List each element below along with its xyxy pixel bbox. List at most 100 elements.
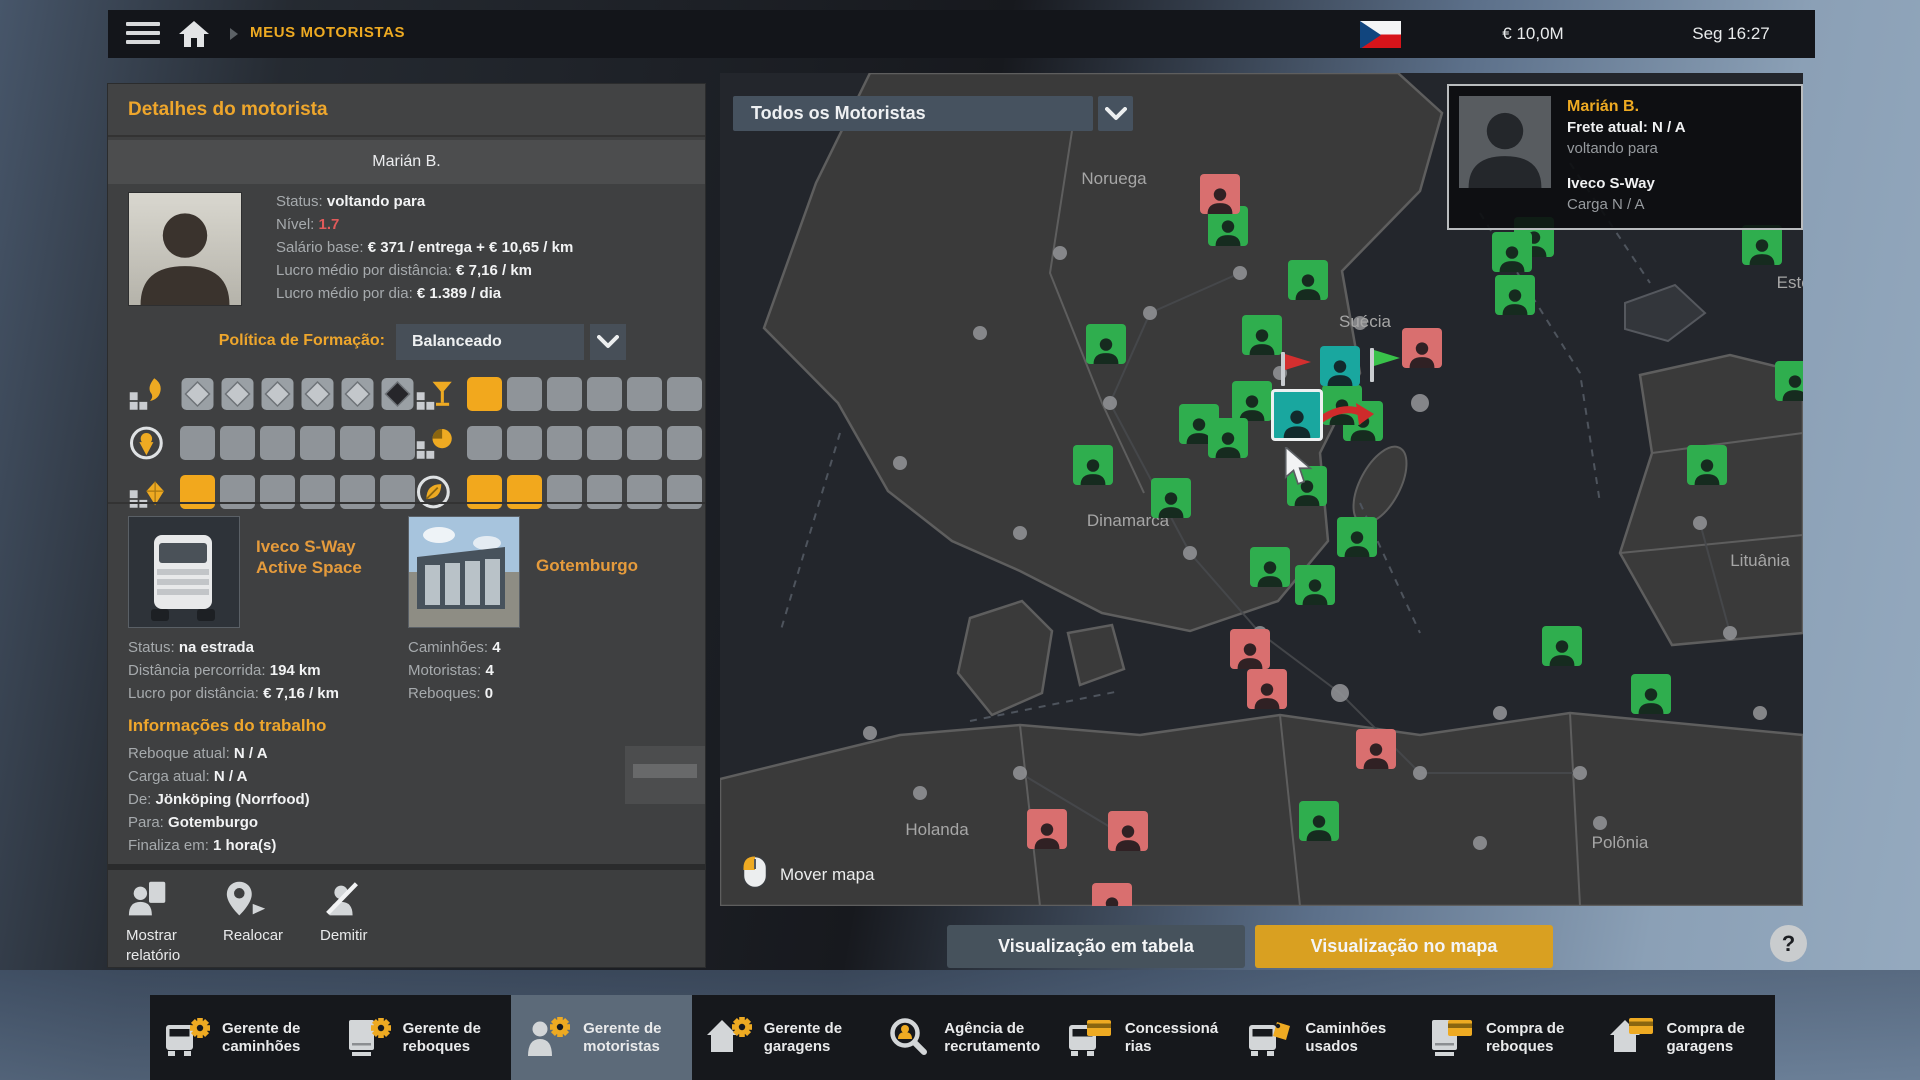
garage-buy-icon bbox=[1609, 1016, 1657, 1060]
driver-marker[interactable] bbox=[1108, 811, 1148, 851]
driver-marker[interactable] bbox=[1247, 669, 1287, 709]
driver-marker[interactable] bbox=[1092, 883, 1132, 906]
garage-thumbnail[interactable] bbox=[408, 516, 520, 628]
driver-actions-bar: Mostrar relatório Realocar Demitir bbox=[108, 870, 705, 967]
driver-marker[interactable] bbox=[1742, 225, 1782, 265]
driver-marker[interactable] bbox=[1232, 381, 1272, 421]
training-policy-select[interactable]: Balanceado bbox=[396, 324, 584, 360]
driver-marker[interactable] bbox=[1320, 346, 1360, 386]
skill-pip bbox=[587, 377, 622, 411]
realocar-button[interactable]: Realocar bbox=[223, 878, 319, 946]
skill-row bbox=[128, 472, 415, 512]
garage-name-link[interactable]: Gotemburgo bbox=[536, 556, 686, 576]
driver-marker[interactable] bbox=[1208, 418, 1248, 458]
truck-name-link[interactable]: Iveco S-Way Active Space bbox=[256, 536, 401, 579]
country-label: Suécia bbox=[1339, 312, 1391, 332]
panel-title-bar: Detalhes do motorista bbox=[108, 84, 705, 137]
truck-thumbnail[interactable] bbox=[128, 516, 240, 628]
stat-line: Reboques: 0 bbox=[408, 682, 501, 705]
chevron-down-icon[interactable] bbox=[590, 324, 626, 360]
chevron-down-icon[interactable] bbox=[1098, 96, 1133, 131]
move-map-hint: Mover mapa bbox=[742, 855, 874, 894]
nav-item-label: Gerente de caminhões bbox=[222, 1020, 318, 1055]
truck-image bbox=[129, 517, 239, 627]
adr-class-icon bbox=[180, 377, 215, 411]
skill-pip bbox=[260, 426, 295, 460]
skill-pip bbox=[467, 426, 502, 460]
nav-item-caminh-es-usados[interactable]: Caminhões usados bbox=[1233, 995, 1414, 1080]
drivers-map[interactable]: NoruegaSuéciaDinamarcaHolandaPolôniaLitu… bbox=[720, 73, 1803, 906]
stat-line: De: Jönköping (Norrfood) bbox=[128, 788, 688, 811]
person-gear-icon bbox=[525, 1016, 573, 1060]
mostrar-relat-rio-button[interactable]: Mostrar relatório bbox=[126, 878, 222, 965]
skill-row bbox=[415, 374, 702, 414]
stat-line: Lucro médio por dia: € 1.389 / dia bbox=[276, 282, 691, 305]
driver-stats: Status: voltando paraNível: 1.7Salário b… bbox=[276, 190, 691, 305]
recruitment-icon bbox=[886, 1016, 934, 1060]
driver-marker[interactable] bbox=[1073, 445, 1113, 485]
driver-details-panel: Detalhes do motorista Marián B. Status: … bbox=[108, 84, 705, 967]
table-view-button[interactable]: Visualização em tabela bbox=[947, 925, 1245, 968]
country-label: Holanda bbox=[905, 820, 968, 840]
adr-class-icon bbox=[340, 377, 375, 411]
driver-marker[interactable] bbox=[1250, 547, 1290, 587]
driver-marker[interactable] bbox=[1299, 801, 1339, 841]
driver-marker[interactable] bbox=[1086, 324, 1126, 364]
skill-pip bbox=[507, 426, 542, 460]
training-policy-row: Política de Formação: Balanceado bbox=[108, 324, 705, 360]
driver-marker[interactable] bbox=[1242, 315, 1282, 355]
driver-marker[interactable] bbox=[1402, 328, 1442, 368]
skill-pip bbox=[220, 426, 255, 460]
driver-marker[interactable] bbox=[1356, 729, 1396, 769]
training-policy-label: Política de Formação: bbox=[219, 332, 385, 350]
adr-class-icon bbox=[380, 377, 415, 411]
stat-line: Caminhões: 4 bbox=[408, 636, 501, 659]
nav-item-compra-de-garagens[interactable]: Compra de garagens bbox=[1595, 995, 1776, 1080]
driver-marker[interactable] bbox=[1027, 809, 1067, 849]
stat-line: Distância percorrida: 194 km bbox=[128, 659, 339, 682]
driver-filter-select[interactable]: Todos os Motoristas bbox=[733, 96, 1093, 131]
nav-item-compra-de-reboques[interactable]: Compra de reboques bbox=[1414, 995, 1595, 1080]
job-info-section: Informações do trabalho Reboque atual: N… bbox=[128, 716, 688, 857]
nav-item-gerente-de-garagens[interactable]: Gerente de garagens bbox=[692, 995, 873, 1080]
menu-icon[interactable] bbox=[126, 22, 160, 46]
nav-item-label: Caminhões usados bbox=[1305, 1020, 1401, 1055]
high-value-icon bbox=[128, 472, 170, 512]
skill-row bbox=[128, 374, 415, 414]
home-icon[interactable] bbox=[178, 19, 210, 49]
driver-marker[interactable] bbox=[1200, 174, 1240, 214]
driver-marker[interactable] bbox=[1542, 626, 1582, 666]
nav-item-label: Compra de reboques bbox=[1486, 1020, 1582, 1055]
stat-line: Para: Gotemburgo bbox=[128, 811, 688, 834]
used-trucks-icon bbox=[1247, 1016, 1295, 1060]
driver-marker[interactable] bbox=[1230, 629, 1270, 669]
nav-item-ag-ncia-de-recrutamento[interactable]: Agência de recrutamento bbox=[872, 995, 1053, 1080]
nav-item-concession-rias[interactable]: Concessionárias bbox=[1053, 995, 1234, 1080]
driver-marker[interactable] bbox=[1775, 361, 1803, 401]
demitir-button[interactable]: Demitir bbox=[320, 878, 416, 946]
stat-line: Salário base: € 371 / entrega + € 10,65 … bbox=[276, 236, 691, 259]
nav-item-gerente-de-caminh-es[interactable]: Gerente de caminhões bbox=[150, 995, 331, 1080]
driver-marker[interactable] bbox=[1151, 478, 1191, 518]
driver-marker[interactable] bbox=[1631, 674, 1671, 714]
driver-marker[interactable] bbox=[1288, 260, 1328, 300]
driver-marker[interactable] bbox=[1495, 275, 1535, 315]
nav-item-gerente-de-reboques[interactable]: Gerente de reboques bbox=[331, 995, 512, 1080]
selected-driver-marker[interactable] bbox=[1271, 389, 1323, 441]
nav-item-label: Concessionárias bbox=[1125, 1020, 1221, 1055]
dealer-icon bbox=[1067, 1016, 1115, 1060]
help-button[interactable]: ? bbox=[1770, 925, 1807, 962]
map-view-button[interactable]: Visualização no mapa bbox=[1255, 925, 1553, 968]
gear-icon bbox=[371, 1018, 391, 1038]
driver-marker[interactable] bbox=[1687, 445, 1727, 485]
nav-item-label: Agência de recrutamento bbox=[944, 1020, 1040, 1055]
mouse-cursor bbox=[1283, 447, 1313, 490]
trailer-gear-icon bbox=[345, 1016, 393, 1060]
breadcrumb[interactable]: MEUS MOTORISTAS bbox=[250, 24, 405, 41]
tooltip-status: voltando para bbox=[1567, 138, 1686, 159]
nav-item-gerente-de-motoristas[interactable]: Gerente de motoristas bbox=[511, 995, 692, 1080]
driver-marker[interactable] bbox=[1337, 517, 1377, 557]
driver-marker[interactable] bbox=[1295, 565, 1335, 605]
driver-portrait bbox=[128, 192, 242, 306]
driver-marker[interactable] bbox=[1492, 232, 1532, 272]
